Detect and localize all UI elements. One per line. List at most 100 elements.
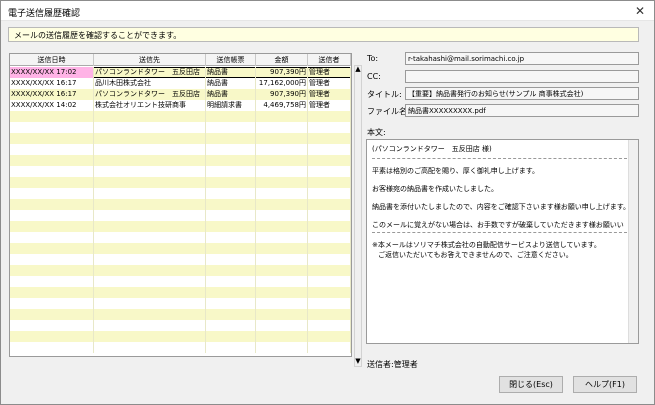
col-destination: [94, 287, 206, 298]
scroll-down-icon[interactable]: ▼: [352, 357, 364, 368]
col-amount: [256, 199, 308, 210]
col-amount: [256, 144, 308, 155]
col-form: [206, 122, 256, 133]
table-row-empty: [10, 111, 351, 122]
col-header-destination[interactable]: 送信先: [94, 54, 206, 66]
table-row-empty: [10, 210, 351, 221]
col-datetime: [10, 144, 94, 155]
table-row-empty: [10, 287, 351, 298]
col-amount: [256, 331, 308, 342]
col-form: [206, 298, 256, 309]
col-form: [206, 254, 256, 265]
scroll-up-icon[interactable]: ▲: [352, 65, 364, 76]
col-destination: 株式会社オリエント技研商事: [94, 100, 206, 111]
help-button[interactable]: ヘルプ(F1): [573, 376, 637, 393]
col-amount: 4,469,758円: [256, 100, 308, 111]
col-sender: [308, 331, 351, 342]
title-label: タイトル:: [367, 90, 402, 99]
col-form: 納品書: [206, 78, 256, 89]
col-destination: [94, 232, 206, 243]
col-sender: 管理者: [308, 89, 351, 100]
body-line-2: お客様宛の納品書を作成いたしました。: [372, 185, 498, 193]
filename-field[interactable]: 納品書XXXXXXXXX.pdf: [405, 104, 639, 117]
col-amount: [256, 210, 308, 221]
col-sender: [308, 111, 351, 122]
col-amount: [256, 133, 308, 144]
close-button[interactable]: 閉じる(Esc): [499, 376, 563, 393]
body-separator: [372, 232, 627, 233]
table-row-empty: [10, 298, 351, 309]
col-destination: [94, 331, 206, 342]
table-row-empty: [10, 166, 351, 177]
table-row-empty: [10, 254, 351, 265]
col-datetime: [10, 122, 94, 133]
col-destination: [94, 243, 206, 254]
col-datetime: [10, 309, 94, 320]
body-textarea[interactable]: (パソコンランドタワー 五反田店 様) 平素は格別のご高配を賜り、厚く御礼申し上…: [366, 139, 639, 344]
to-field[interactable]: r-takahashi@mail.sorimachi.co.jp: [405, 52, 639, 65]
col-header-form[interactable]: 送信帳票: [206, 54, 256, 66]
table-row[interactable]: XXXX/XX/XX 16:17 品川木田株式会社 納品書 17,162,000円 管理…: [10, 78, 351, 89]
col-destination: パソコンランドタワー 五反田店: [94, 89, 206, 100]
close-icon[interactable]: ✕: [632, 3, 648, 19]
col-header-datetime[interactable]: 送信日時: [10, 54, 94, 66]
dialog-window: 電子送信履歴確認 ✕ メールの送信履歴を確認することができます。 送信日時 送信…: [0, 0, 655, 405]
col-destination: [94, 166, 206, 177]
body-line-4: このメールに覚えがない場合は、お手数ですが破棄していただきます様お願いい: [372, 221, 624, 229]
table-row-empty: [10, 331, 351, 342]
col-datetime: [10, 232, 94, 243]
col-sender: [308, 232, 351, 243]
table-row-empty: [10, 155, 351, 166]
table-row-empty: [10, 144, 351, 155]
col-datetime: [10, 166, 94, 177]
col-sender: [308, 320, 351, 331]
table-row-empty: [10, 221, 351, 232]
col-sender: [308, 342, 351, 353]
table-row[interactable]: XXXX/XX/XX 14:02 株式会社オリエント技研商事 明細請求書 4,469,…: [10, 100, 351, 111]
col-amount: [256, 111, 308, 122]
col-amount: 907,390円: [256, 89, 308, 100]
col-form: 納品書: [206, 67, 256, 78]
col-sender: [308, 265, 351, 276]
col-destination: [94, 122, 206, 133]
table-row-empty: [10, 122, 351, 133]
col-form: [206, 221, 256, 232]
col-sender: 管理者: [308, 67, 351, 78]
col-form: [206, 243, 256, 254]
table-row[interactable]: XXXX/XX/XX 16:17 パソコンランドタワー 五反田店 納品書 907,39…: [10, 89, 351, 100]
info-banner: メールの送信履歴を確認することができます。: [8, 27, 639, 42]
col-sender: [308, 309, 351, 320]
col-amount: [256, 232, 308, 243]
window-title: 電子送信履歴確認: [8, 9, 81, 19]
col-header-sender[interactable]: 送信者: [308, 54, 351, 66]
history-grid[interactable]: 送信日時 送信先 送信帳票 金額 送信者 XXXX/XX/XX 17:02 パソコ…: [9, 53, 352, 357]
to-label: To:: [367, 54, 379, 63]
col-destination: [94, 320, 206, 331]
title-field[interactable]: 【重要】納品書発行のお知らせ(サンプル 商事株式会社): [405, 87, 639, 100]
col-destination: [94, 144, 206, 155]
cc-field[interactable]: [405, 70, 639, 83]
table-row-empty: [10, 199, 351, 210]
body-scrollbar[interactable]: [628, 140, 638, 343]
col-destination: [94, 265, 206, 276]
col-form: [206, 144, 256, 155]
col-destination: [94, 309, 206, 320]
col-datetime: [10, 254, 94, 265]
body-addressee: (パソコンランドタワー 五反田店 様): [372, 145, 492, 153]
table-row[interactable]: XXXX/XX/XX 17:02 パソコンランドタワー 五反田店 納品書 907,39…: [10, 67, 351, 78]
body-line-3: 納品書を添付いたしましたので、内容をご確認下さいます様お願い申し上げます。: [372, 203, 631, 211]
col-header-amount[interactable]: 金額: [256, 54, 308, 66]
col-amount: [256, 166, 308, 177]
col-form: [206, 331, 256, 342]
col-form: [206, 265, 256, 276]
col-datetime: XXXX/XX/XX 14:02: [10, 100, 94, 111]
col-destination: [94, 342, 206, 353]
col-amount: [256, 254, 308, 265]
col-datetime: [10, 210, 94, 221]
col-amount: 17,162,000円: [256, 78, 308, 89]
col-datetime: [10, 188, 94, 199]
grid-scrollbar[interactable]: [354, 65, 362, 367]
col-sender: [308, 210, 351, 221]
col-destination: [94, 155, 206, 166]
col-form: [206, 133, 256, 144]
